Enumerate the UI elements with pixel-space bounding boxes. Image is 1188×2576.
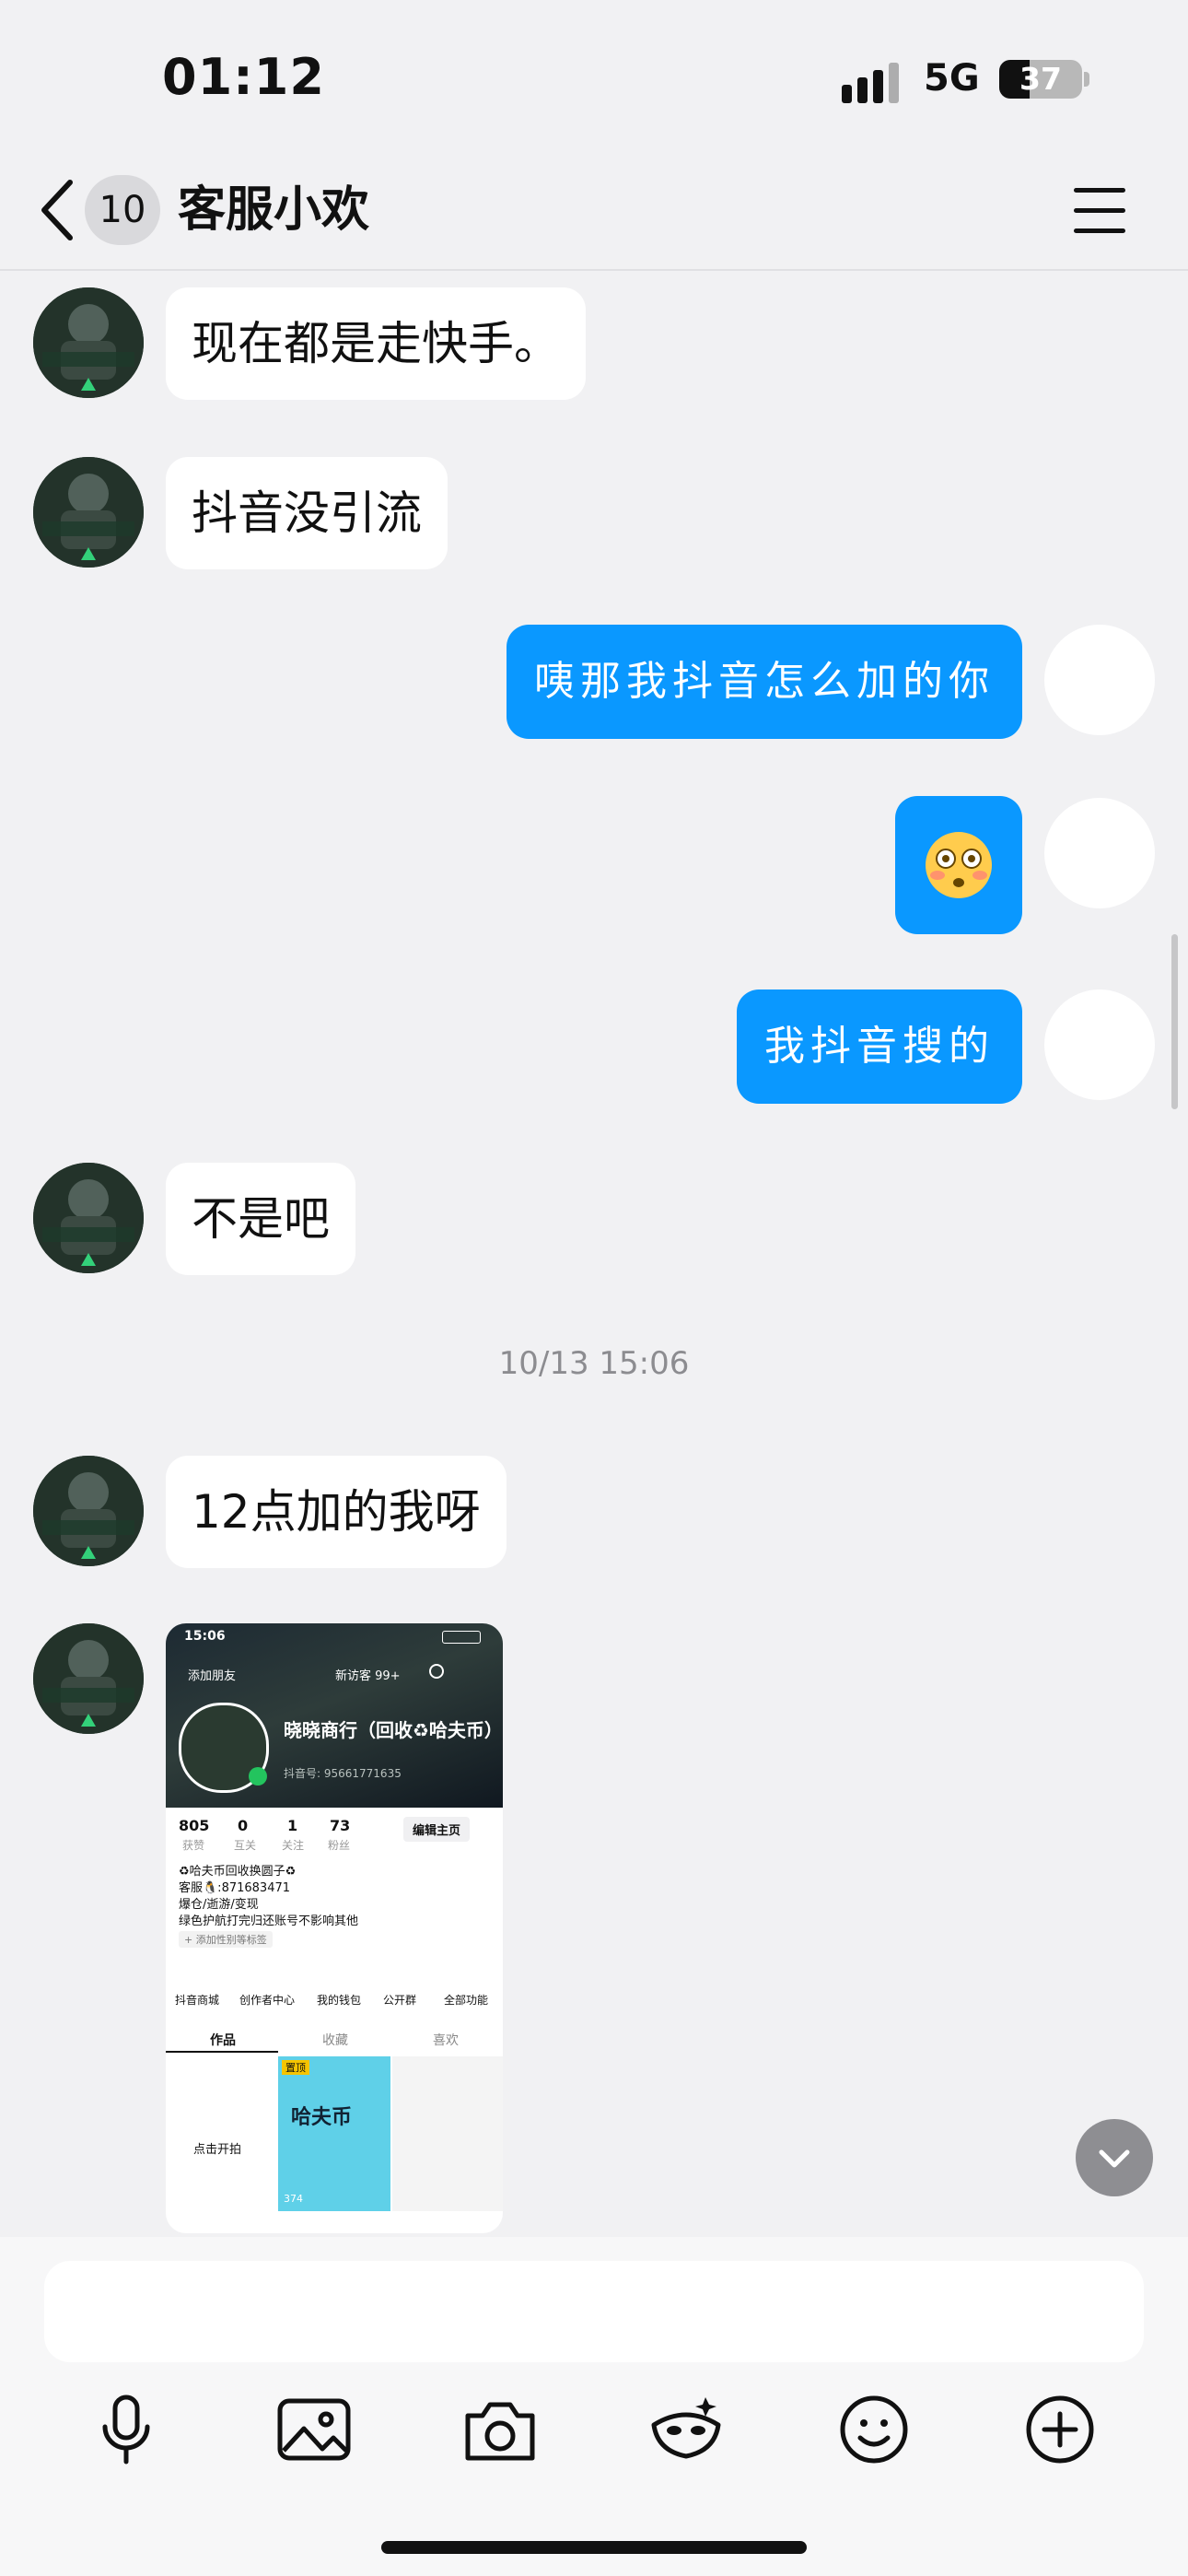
emoji-message[interactable] <box>895 796 1022 934</box>
message-bubble[interactable]: 12点加的我呀 <box>166 1456 507 1568</box>
shot-stat-value: 1 <box>287 1817 298 1834</box>
home-indicator <box>381 2541 807 2554</box>
shot-edit-button: 编辑主页 <box>403 1817 471 1842</box>
contact-avatar[interactable] <box>33 287 144 398</box>
battery-icon: 37 <box>999 60 1082 99</box>
shot-stat-label: 关注 <box>282 1839 305 1852</box>
menu-icon[interactable] <box>1074 188 1129 234</box>
shot-visitors: 新访客 99+ <box>335 1669 401 1683</box>
avatar-image <box>33 287 144 398</box>
battery-level: 37 <box>1019 61 1062 97</box>
shot-battery-icon <box>442 1631 481 1644</box>
shot-video-thumb <box>278 2056 390 2211</box>
shot-tool: 全部功能 <box>444 1994 489 2007</box>
contact-avatar[interactable] <box>33 1456 144 1566</box>
network-type: 5G <box>924 57 980 100</box>
shot-add-friend: 添加朋友 <box>188 1669 237 1683</box>
my-avatar[interactable] <box>1044 625 1155 735</box>
message-timestamp: 10/13 15:06 <box>498 1345 690 1382</box>
shot-bio-line: 绿色护航打完归还账号不影响其他 <box>179 1914 359 1928</box>
shot-tab: 喜欢 <box>433 2033 459 2048</box>
shot-shoot: 点击开拍 <box>193 2143 242 2157</box>
message-bubble-sent[interactable]: 我抖音搜的 <box>737 989 1022 1104</box>
avatar-image <box>33 1456 144 1566</box>
shot-time: 15:06 <box>184 1629 226 1644</box>
shot-stat-value: 73 <box>330 1817 351 1834</box>
shot-tool: 抖音商城 <box>175 1994 220 2007</box>
image-message[interactable]: 15:06 添加朋友 新访客 99+ 晓晓商行（回收♻哈夫币） 抖音号: 956… <box>166 1623 503 2233</box>
shot-add-tag: + 添加性别等标签 <box>179 1931 273 1948</box>
message-bubble[interactable]: 现在都是走快手。 <box>166 287 586 400</box>
shot-tool: 公开群 <box>383 1994 417 2007</box>
shot-profile-name: 晓晓商行（回收♻哈夫币） <box>284 1719 503 1741</box>
shot-video-thumb <box>392 2056 503 2211</box>
shot-search-icon <box>429 1664 444 1679</box>
shot-tab-indicator <box>166 2051 278 2053</box>
battery-cap <box>1084 72 1089 87</box>
shot-id: 抖音号: 95661771635 <box>284 1767 402 1780</box>
back-chevron-icon[interactable] <box>37 177 83 243</box>
shot-pinned: 置顶 <box>282 2060 309 2075</box>
avatar-image <box>33 457 144 568</box>
message-input[interactable] <box>44 2261 1144 2362</box>
flushed-face-emoji-icon <box>926 832 992 898</box>
status-bar: 01:12 5G 37 <box>0 0 1188 157</box>
my-avatar[interactable] <box>1044 989 1155 1100</box>
mask-sticker-icon[interactable] <box>645 2388 728 2471</box>
signal-icon <box>842 63 904 103</box>
shot-tab: 收藏 <box>322 2033 348 2048</box>
unread-badge[interactable]: 10 <box>85 175 160 245</box>
image-icon[interactable] <box>273 2388 355 2471</box>
status-time: 01:12 <box>162 48 325 106</box>
shot-tool: 创作者中心 <box>239 1994 296 2007</box>
contact-avatar[interactable] <box>33 1623 144 1734</box>
emoji-icon[interactable] <box>833 2388 915 2471</box>
shot-bio-line: 客服🐧:871683471 <box>179 1881 291 1895</box>
camera-icon[interactable] <box>459 2388 542 2471</box>
shot-tab: 作品 <box>210 2033 236 2048</box>
contact-avatar[interactable] <box>33 1163 144 1273</box>
avatar-image <box>33 1623 144 1734</box>
message-bubble[interactable]: 抖音没引流 <box>166 457 448 569</box>
shot-stat-value: 0 <box>238 1817 249 1834</box>
shot-stat-value: 805 <box>179 1817 210 1834</box>
scrollbar[interactable] <box>1171 934 1178 1109</box>
chat-header: 10 客服小欢 <box>0 157 1188 271</box>
chat-title: 客服小欢 <box>178 182 370 238</box>
shot-bio-line: ♻哈夫币回收换圆子♻ <box>179 1865 297 1879</box>
chevron-down-icon <box>1099 2149 1130 2168</box>
avatar-image <box>33 1163 144 1273</box>
plus-icon[interactable] <box>1019 2388 1101 2471</box>
shot-stat-label: 互关 <box>234 1839 257 1852</box>
microphone-icon[interactable] <box>85 2388 168 2471</box>
shot-bio-line: 爆仓/逝游/变现 <box>179 1898 259 1912</box>
shot-poster-text: 哈夫币 <box>291 2106 353 2129</box>
shot-add-icon <box>249 1767 267 1786</box>
scroll-down-button[interactable] <box>1076 2119 1153 2196</box>
message-bubble-sent[interactable]: 咦那我抖音怎么加的你 <box>507 625 1022 739</box>
composer <box>0 2237 1188 2576</box>
shot-tool: 我的钱包 <box>317 1994 362 2007</box>
shot-stat-label: 获赞 <box>182 1839 205 1852</box>
shot-stat-label: 粉丝 <box>328 1839 351 1852</box>
my-avatar[interactable] <box>1044 798 1155 908</box>
message-bubble[interactable]: 不是吧 <box>166 1163 355 1275</box>
contact-avatar[interactable] <box>33 457 144 568</box>
shot-views: 374 <box>284 2193 303 2205</box>
